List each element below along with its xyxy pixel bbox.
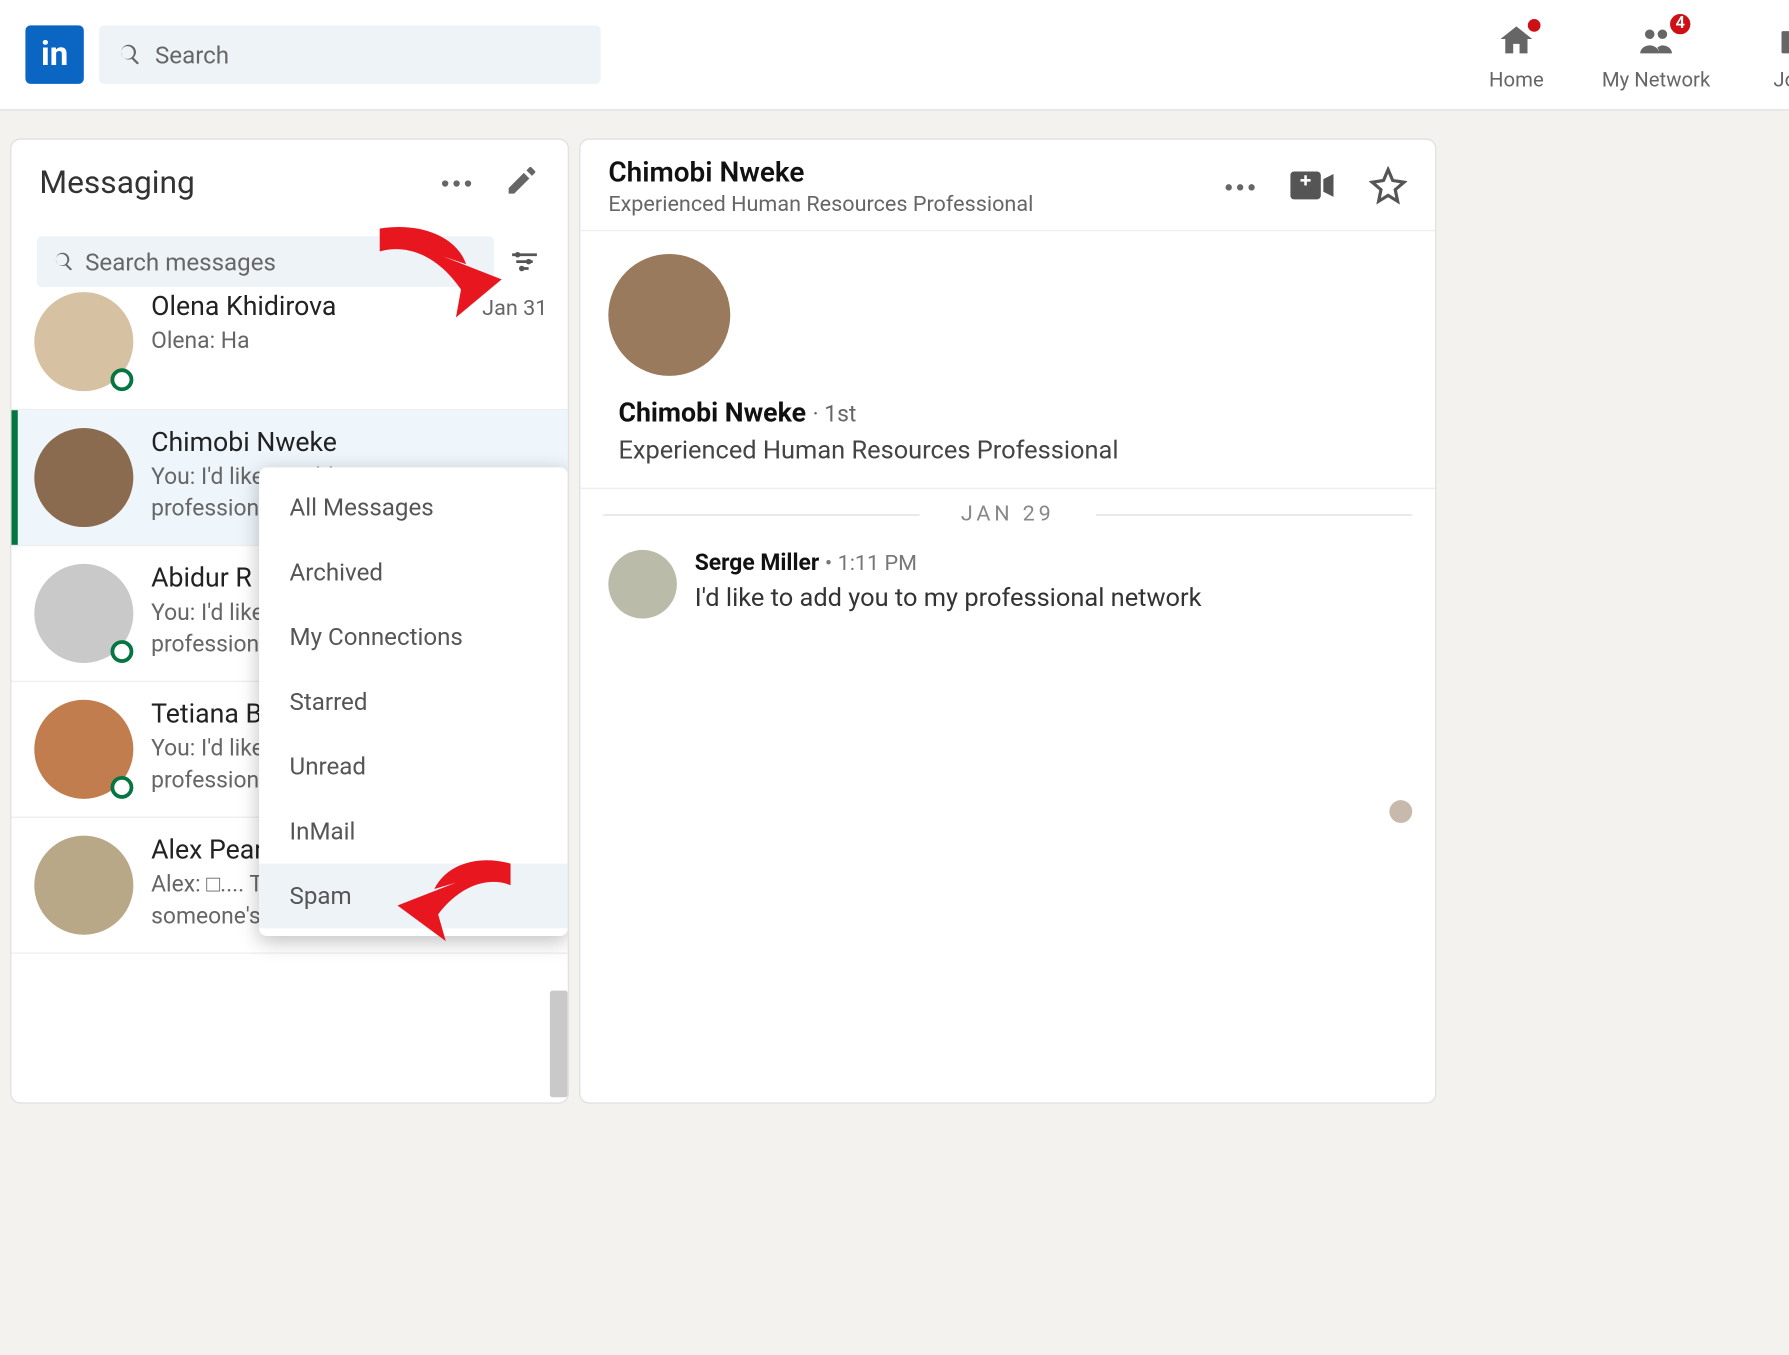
message-row: Serge Miller • 1:11 PM I'd like to add y…: [580, 540, 1435, 629]
annotation-arrow: [390, 845, 517, 952]
thread-person-info: Chimobi Nweke · 1st Experienced Human Re…: [580, 376, 1435, 489]
message-time: • 1:11 PM: [825, 551, 917, 576]
compose-button[interactable]: [504, 163, 540, 204]
compose-icon: [504, 163, 540, 199]
more-options-button[interactable]: [442, 180, 471, 186]
presence-indicator: [110, 640, 133, 663]
conversation-name: Olena Khidirova: [151, 292, 336, 322]
thread-avatar[interactable]: [608, 254, 730, 376]
avatar: [608, 550, 677, 619]
filter-my-connections[interactable]: My Connections: [259, 605, 568, 670]
network-badge: 4: [1668, 11, 1693, 36]
conversation-name: Abidur R: [151, 564, 252, 594]
linkedin-logo[interactable]: in: [25, 25, 83, 83]
read-receipt-avatar: [1389, 800, 1412, 823]
thread-person-name: Chimobi Nweke · 1st: [618, 399, 1407, 429]
avatar: [34, 292, 133, 391]
conversation-name: Chimobi Nweke: [151, 428, 337, 458]
thread-panel: Chimobi Nweke Experienced Human Resource…: [579, 138, 1436, 1103]
search-icon: [52, 250, 75, 273]
filter-button[interactable]: [507, 244, 543, 280]
thread-subtitle: Experienced Human Resources Professional: [608, 192, 1033, 217]
thread-more-button[interactable]: [1226, 184, 1255, 190]
annotation-arrow: [367, 216, 507, 335]
nav-jobs-label: Jobs: [1773, 67, 1789, 91]
top-nav: in Search Home 4 My Network Jobs: [0, 0, 1789, 110]
messaging-panel: Messaging Search messages: [10, 138, 569, 1103]
home-badge: [1525, 16, 1543, 34]
jobs-icon: [1777, 21, 1789, 59]
video-call-button[interactable]: [1290, 168, 1333, 206]
search-placeholder: Search: [155, 40, 229, 69]
thread-title: Chimobi Nweke: [608, 157, 1033, 189]
video-icon: [1290, 168, 1333, 201]
date-separator: JAN 29: [580, 489, 1435, 540]
avatar: [34, 564, 133, 663]
filter-unread[interactable]: Unread: [259, 734, 568, 799]
filter-archived[interactable]: Archived: [259, 540, 568, 605]
search-icon: [117, 42, 142, 67]
nav-home[interactable]: Home: [1447, 0, 1587, 109]
avatar: [34, 428, 133, 527]
message-text: I'd like to add you to my professional n…: [695, 582, 1202, 612]
avatar: [34, 836, 133, 935]
filter-icon: [508, 245, 541, 278]
filter-all-messages[interactable]: All Messages: [259, 475, 568, 540]
content-area: Messaging Search messages: [0, 110, 1789, 1103]
nav-network-label: My Network: [1602, 67, 1710, 91]
thread-person-subtitle: Experienced Human Resources Professional: [618, 434, 1407, 464]
thread-header: Chimobi Nweke Experienced Human Resource…: [580, 140, 1435, 231]
global-search-input[interactable]: Search: [99, 25, 601, 83]
nav-home-label: Home: [1489, 67, 1544, 91]
nav-items: Home 4 My Network Jobs Messaging 12: [1447, 0, 1789, 109]
presence-indicator: [110, 368, 133, 391]
nav-jobs[interactable]: Jobs: [1726, 0, 1789, 109]
nav-network[interactable]: 4 My Network: [1586, 0, 1726, 109]
avatar: [34, 700, 133, 799]
messaging-header: Messaging: [11, 140, 567, 226]
messaging-search-placeholder: Search messages: [85, 247, 276, 276]
messaging-title: Messaging: [39, 164, 442, 201]
presence-indicator: [110, 776, 133, 799]
message-sender: Serge Miller: [695, 550, 820, 577]
star-icon: [1369, 166, 1407, 204]
scrollbar-thumb[interactable]: [550, 991, 568, 1098]
star-button[interactable]: [1369, 166, 1407, 209]
filter-starred[interactable]: Starred: [259, 669, 568, 734]
